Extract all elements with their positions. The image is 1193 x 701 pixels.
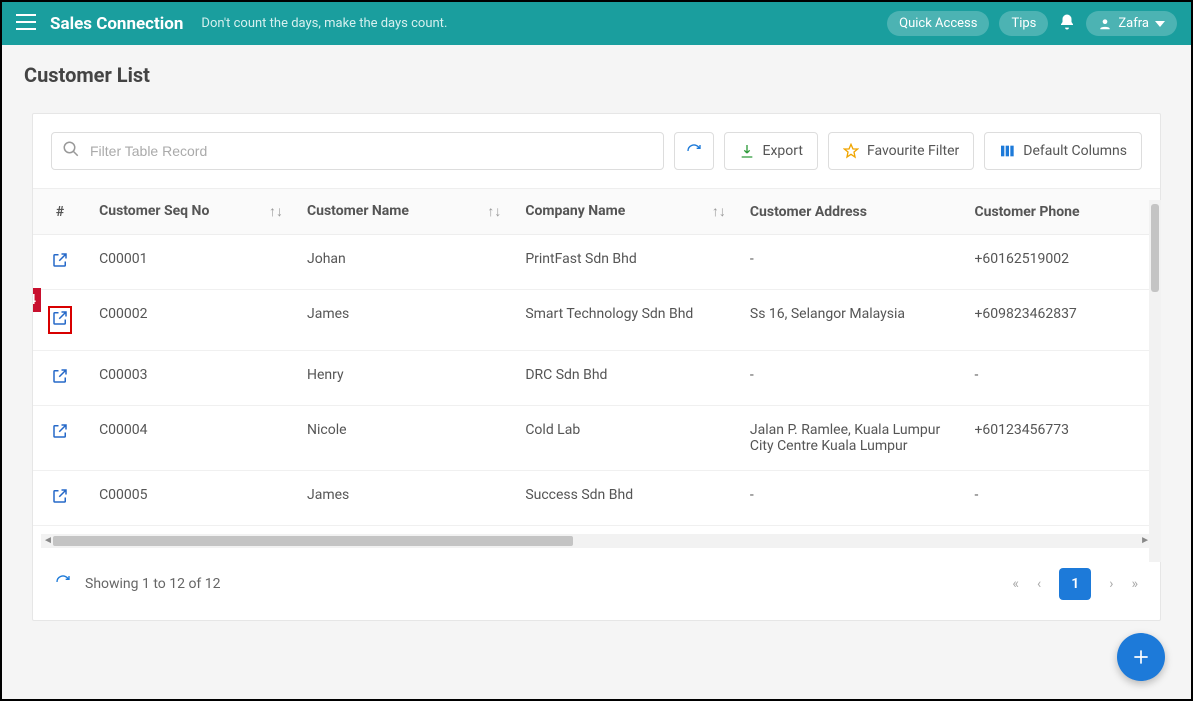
vscroll-thumb[interactable]: [1151, 204, 1159, 292]
cell-name: Nicole: [295, 406, 513, 471]
fav-filter-label: Favourite Filter: [867, 143, 959, 159]
plus-icon: [1131, 647, 1151, 667]
open-row-icon[interactable]: [51, 487, 69, 509]
table-row: C00002JamesSmart Technology Sdn BhdSs 16…: [33, 290, 1160, 351]
cell-company: Smart Technology Sdn Bhd: [513, 290, 738, 351]
cell-address: -: [738, 471, 963, 526]
cell-address: Jalan P. Ramlee, Kuala Lumpur City Centr…: [738, 406, 963, 471]
open-row-icon[interactable]: [51, 367, 69, 389]
cell-phone: -: [962, 351, 1160, 406]
col-name[interactable]: Customer Name ↑↓: [295, 189, 513, 235]
search-box[interactable]: [51, 132, 664, 170]
quick-access-button[interactable]: Quick Access: [887, 11, 989, 36]
refresh-button[interactable]: [674, 132, 714, 170]
table-row: C00005JamesSuccess Sdn Bhd--: [33, 471, 1160, 526]
search-icon: [62, 140, 80, 162]
showing-text: Showing 1 to 12 of 12: [85, 576, 221, 592]
menu-icon[interactable]: [16, 14, 36, 34]
open-row-icon[interactable]: [51, 251, 69, 273]
sort-icon[interactable]: ↑↓: [712, 203, 726, 220]
page-first-button[interactable]: «: [1012, 576, 1019, 592]
cell-phone: -: [962, 471, 1160, 526]
table-header-row: # Customer Seq No ↑↓ Customer Name ↑↓ Co…: [33, 189, 1160, 235]
notifications-icon[interactable]: [1058, 13, 1076, 35]
default-cols-label: Default Columns: [1023, 143, 1127, 159]
table-toolbar: Export Favourite Filter Default Columns: [33, 114, 1160, 188]
table-row: C00001JohanPrintFast Sdn Bhd-+6016251900…: [33, 235, 1160, 290]
vertical-scrollbar[interactable]: [1149, 200, 1161, 562]
customer-card: Export Favourite Filter Default Columns …: [32, 113, 1161, 621]
topbar: Sales Connection Don't count the days, m…: [2, 2, 1191, 45]
cell-phone: +609823462837: [962, 290, 1160, 351]
star-icon: [843, 143, 859, 159]
open-row-icon[interactable]: [51, 309, 69, 331]
sort-icon[interactable]: ↑↓: [269, 203, 283, 220]
user-menu[interactable]: Zafra: [1086, 11, 1177, 36]
annotation-highlight: [48, 306, 72, 334]
cell-company: PrintFast Sdn Bhd: [513, 235, 738, 290]
page-next-button[interactable]: ›: [1109, 576, 1113, 592]
cell-name: Johan: [295, 235, 513, 290]
cell-seq: C00004: [87, 406, 295, 471]
cell-phone: +60162519002: [962, 235, 1160, 290]
cell-company: Success Sdn Bhd: [513, 471, 738, 526]
sort-icon[interactable]: ↑↓: [487, 203, 501, 220]
search-input[interactable]: [90, 143, 653, 159]
cell-seq: C00001: [87, 235, 295, 290]
favourite-filter-button[interactable]: Favourite Filter: [828, 132, 974, 170]
cell-company: DRC Sdn Bhd: [513, 351, 738, 406]
page-current[interactable]: 1: [1059, 568, 1091, 600]
export-button[interactable]: Export: [724, 132, 818, 170]
cell-name: Henry: [295, 351, 513, 406]
cell-company: Cold Lab: [513, 406, 738, 471]
tagline-text: Don't count the days, make the days coun…: [201, 16, 447, 31]
horizontal-scrollbar[interactable]: ◄ ►: [41, 534, 1152, 548]
cell-name: James: [295, 471, 513, 526]
page-title: Customer List: [2, 45, 1191, 87]
scroll-thumb[interactable]: [53, 536, 573, 546]
user-name: Zafra: [1118, 16, 1149, 31]
page-prev-button[interactable]: ‹: [1037, 576, 1041, 592]
col-hash[interactable]: #: [33, 189, 87, 235]
col-seq[interactable]: Customer Seq No ↑↓: [87, 189, 295, 235]
cell-address: Ss 16, Selangor Malaysia: [738, 290, 963, 351]
tips-button[interactable]: Tips: [999, 11, 1048, 36]
columns-icon: [999, 143, 1015, 159]
customer-table: # Customer Seq No ↑↓ Customer Name ↑↓ Co…: [33, 188, 1160, 526]
col-phone[interactable]: Customer Phone: [962, 189, 1160, 235]
cell-seq: C00003: [87, 351, 295, 406]
pager: « ‹ 1 › »: [1012, 568, 1138, 600]
scroll-left-icon[interactable]: ◄: [43, 535, 53, 546]
download-icon: [739, 143, 755, 159]
brand-title: Sales Connection: [50, 14, 183, 34]
refresh-icon[interactable]: [55, 574, 71, 594]
cell-address: -: [738, 351, 963, 406]
page-last-button[interactable]: »: [1131, 576, 1138, 592]
table-row: C00003HenryDRC Sdn Bhd--: [33, 351, 1160, 406]
table-footer: Showing 1 to 12 of 12 « ‹ 1 › »: [33, 548, 1160, 620]
add-button[interactable]: [1117, 633, 1165, 681]
cell-name: James: [295, 290, 513, 351]
default-columns-button[interactable]: Default Columns: [984, 132, 1142, 170]
table-wrap: # Customer Seq No ↑↓ Customer Name ↑↓ Co…: [33, 188, 1160, 526]
open-row-icon[interactable]: [51, 422, 69, 444]
col-address[interactable]: Customer Address: [738, 189, 963, 235]
col-company[interactable]: Company Name ↑↓: [513, 189, 738, 235]
table-row: C00004NicoleCold LabJalan P. Ramlee, Kua…: [33, 406, 1160, 471]
cell-seq: C00002: [87, 290, 295, 351]
cell-address: -: [738, 235, 963, 290]
cell-seq: C00005: [87, 471, 295, 526]
cell-phone: +60123456773: [962, 406, 1160, 471]
chevron-down-icon: [1155, 21, 1165, 27]
export-label: Export: [763, 143, 803, 159]
annotation-badge: 14: [32, 288, 41, 312]
